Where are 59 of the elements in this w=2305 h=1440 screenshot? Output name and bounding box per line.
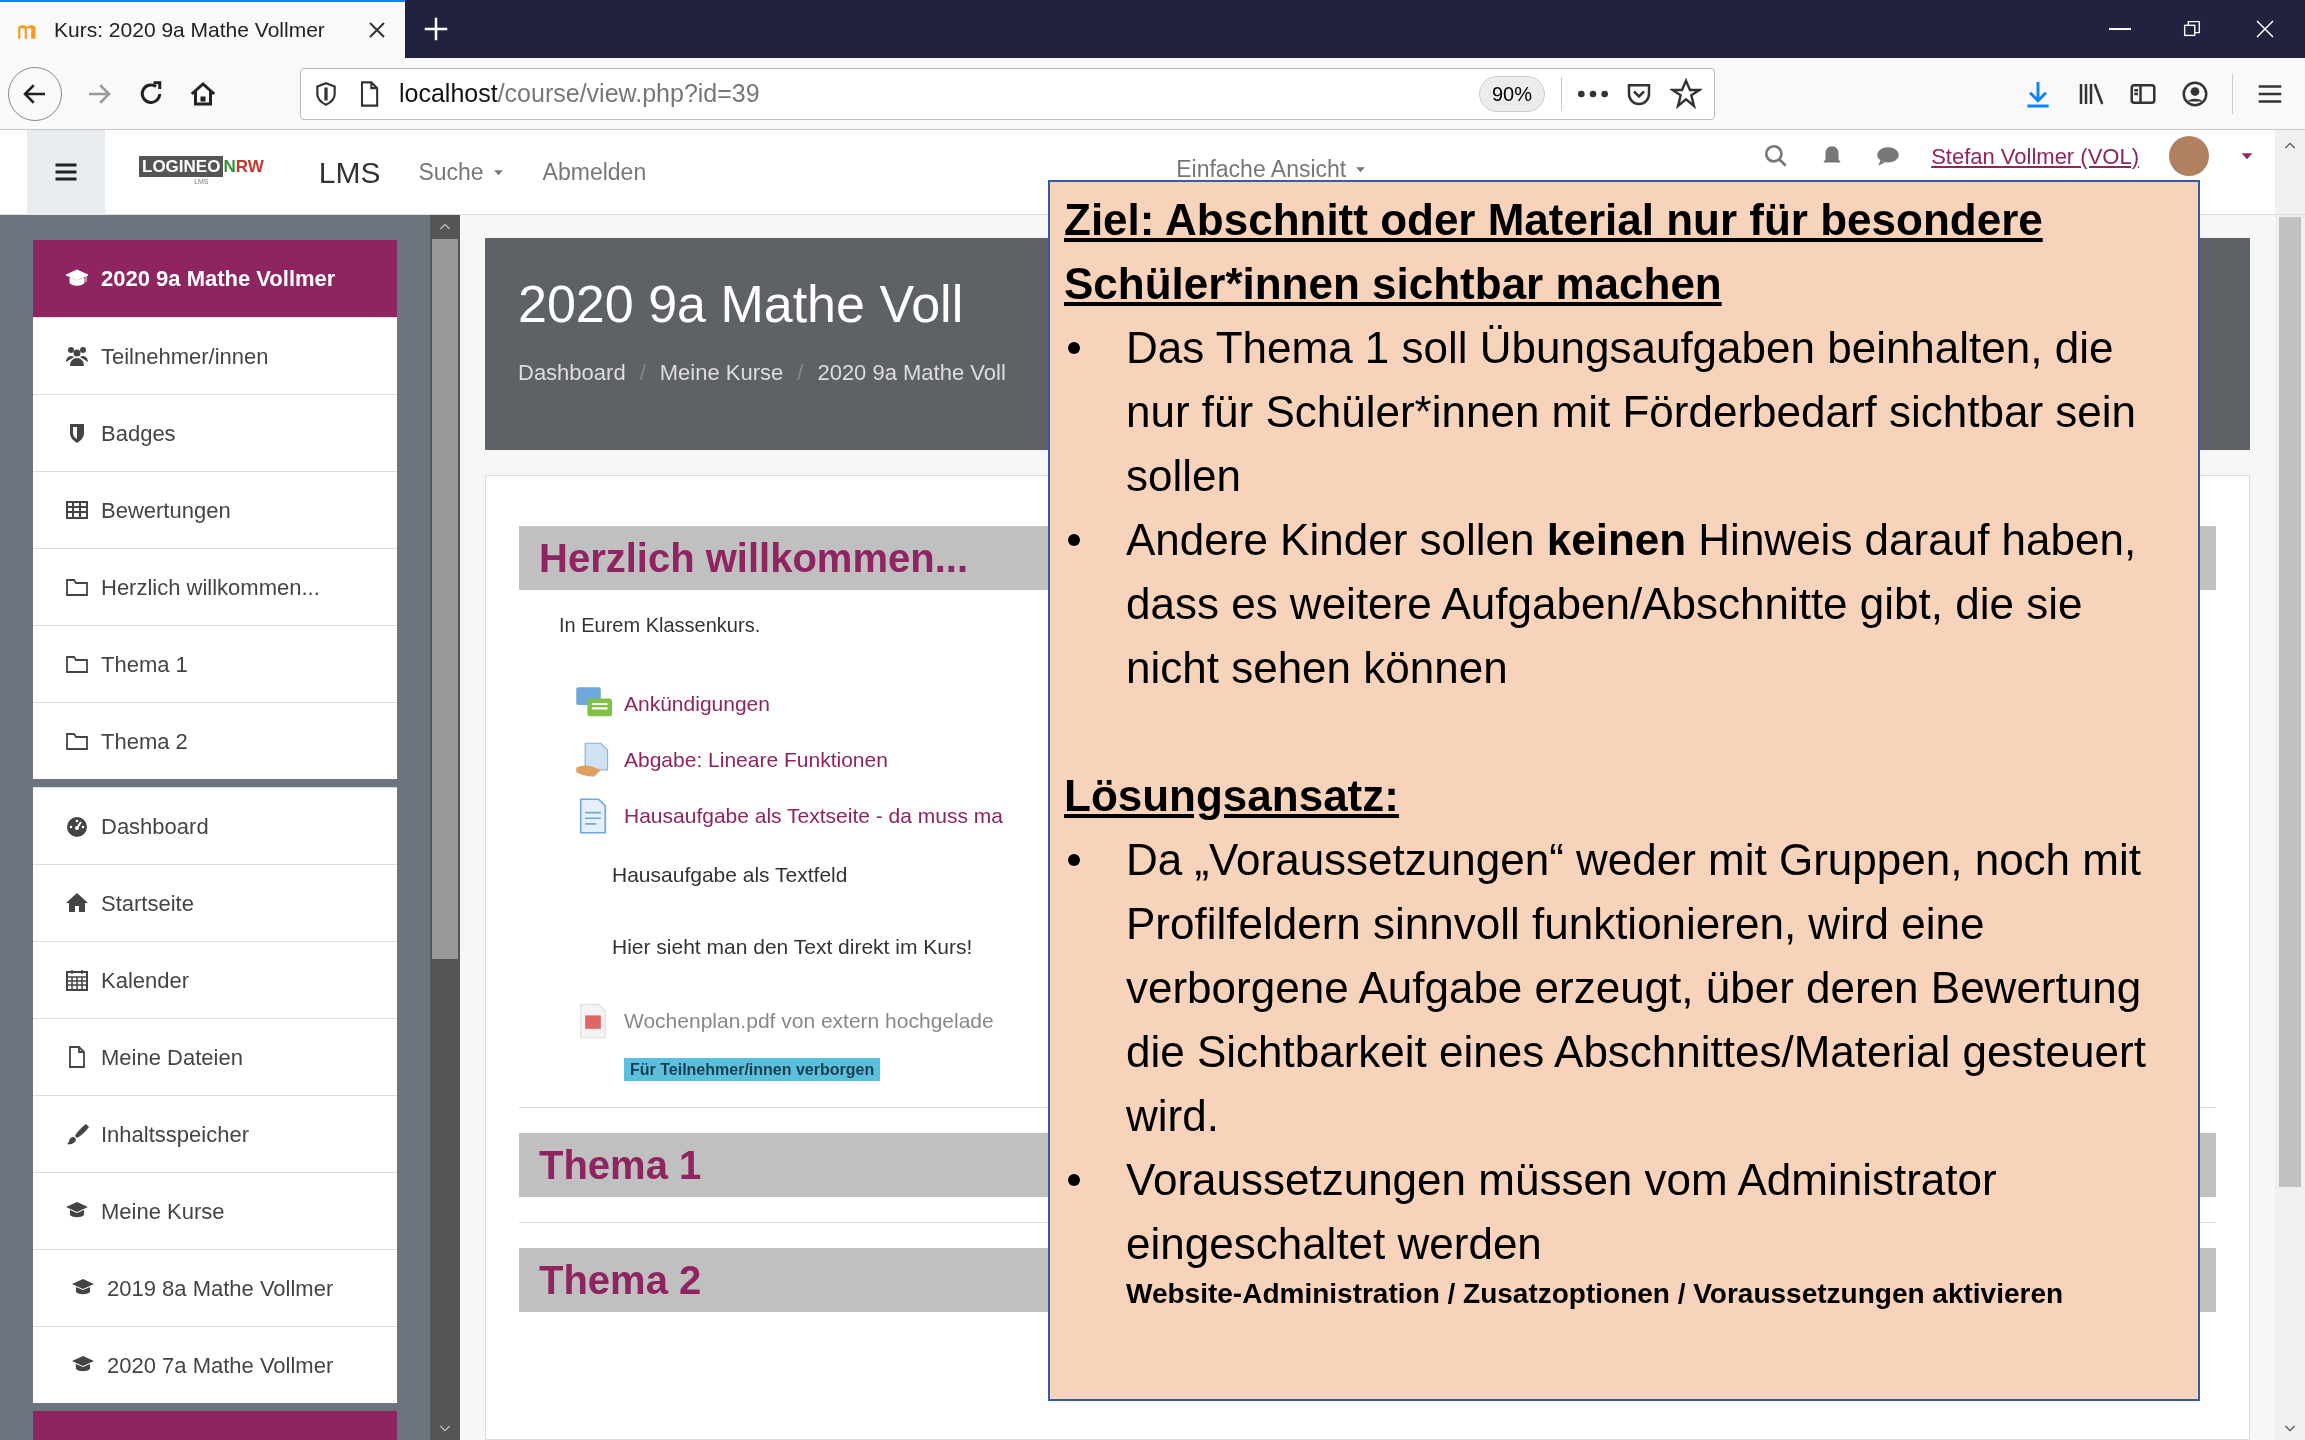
gauge-icon: [65, 814, 89, 838]
course-title: 2020 9a Mathe Voll: [518, 278, 964, 330]
sidebar-item[interactable]: Dashboard: [33, 787, 397, 864]
sidebar-item[interactable]: Teilnehmer/innen: [33, 317, 397, 394]
sidebar-item[interactable]: Meine Dateien: [33, 1018, 397, 1095]
sidebar-item[interactable]: Thema 2: [33, 702, 397, 779]
breadcrumb-link[interactable]: 2020 9a Mathe Voll: [817, 356, 1006, 389]
menu-button[interactable]: [27, 129, 105, 215]
avatar[interactable]: [2169, 136, 2209, 176]
nav-link[interactable]: Abmelden: [542, 154, 647, 190]
shield-icon: [313, 80, 339, 107]
page-scrollbar[interactable]: [2275, 215, 2305, 1440]
sidebar-item[interactable]: Startseite: [33, 864, 397, 941]
tab-title: Kurs: 2020 9a Mathe Vollmer: [54, 17, 326, 44]
bullet-icon: [1068, 854, 1080, 866]
star-icon: [1670, 77, 1702, 110]
table-icon: [65, 498, 89, 522]
nav-link[interactable]: Suche: [418, 154, 505, 190]
activity-link[interactable]: Wochenplan.pdf von extern hochgelade: [624, 1005, 994, 1037]
annotation-heading: Lösungsansatz:: [1064, 770, 1400, 822]
activity-link[interactable]: Hausaufgabe als Textseite - da muss ma: [624, 800, 1003, 832]
more-icon: [1578, 89, 1608, 98]
view-mode-dropdown[interactable]: Einfache Ansicht: [1176, 156, 1368, 182]
sidebar-item[interactable]: 2019 8a Mathe Vollmer: [33, 1249, 397, 1326]
bullet-icon: [1068, 342, 1080, 354]
hidden-badge: Für Teilnehmer/innen verborgen: [624, 1058, 881, 1081]
label-text: Hier sieht man den Text direkt im Kurs!: [612, 933, 973, 960]
bullet-icon: [1068, 1174, 1080, 1186]
breadcrumb-separator: /: [639, 359, 646, 387]
annotation-heading: Ziel: Abschnitt oder Material nur für besondere Schüler*innen sichtbar machen: [1064, 194, 2044, 310]
house-icon: [65, 891, 89, 915]
browser-tab[interactable]: Kurs: 2020 9a Mathe Vollmer: [0, 0, 405, 58]
annotation-note: Website-Administration / Zusatzoptionen / Voraussetzungen aktivieren: [1125, 1277, 2065, 1311]
zoom-level-button[interactable]: 90%: [1478, 75, 1545, 112]
brand-name[interactable]: LMS: [318, 149, 381, 195]
section-summary: In Eurem Klassenkurs.: [559, 613, 761, 638]
paintbrush-icon: [65, 1122, 89, 1146]
address-bar[interactable]: localhost/course/view.php?id=39 90%: [300, 67, 1715, 120]
sidebar-item[interactable]: Meine Kurse: [33, 1172, 397, 1249]
sidebar-item[interactable]: Thema 1: [33, 625, 397, 702]
sidebar-item[interactable]: Inhaltsspeicher: [33, 1095, 397, 1172]
breadcrumb-separator: /: [797, 359, 804, 387]
activity-link[interactable]: Ankündigungen: [624, 688, 770, 720]
breadcrumb-link[interactable]: Meine Kurse: [659, 356, 784, 389]
sidebar-item[interactable]: Kalender: [33, 941, 397, 1018]
sidebar-item[interactable]: Badges: [33, 394, 397, 471]
sidebar-item[interactable]: 2020 9a Mathe Vollmer: [33, 240, 397, 317]
sidebar-item[interactable]: 2020 7a Mathe Vollmer: [33, 1326, 397, 1403]
url-text: localhost/course/view.php?id=39: [399, 77, 761, 109]
calendar-icon: [65, 968, 89, 992]
sidebar-item[interactable]: Bewertungen: [33, 471, 397, 548]
people-icon: [65, 344, 89, 368]
sidebar-item[interactable]: Herzlich willkommen...: [33, 548, 397, 625]
sidebar-scrollbar[interactable]: [430, 215, 460, 1440]
user-name-link[interactable]: Stefan Vollmer (VOL): [1931, 139, 2139, 173]
bullet-icon: [1068, 534, 1080, 546]
label-text: Hausaufgabe als Textfeld: [612, 862, 848, 888]
breadcrumb-link[interactable]: Dashboard: [518, 356, 626, 389]
activity-link[interactable]: Abgabe: Lineare Funktionen: [624, 744, 888, 776]
